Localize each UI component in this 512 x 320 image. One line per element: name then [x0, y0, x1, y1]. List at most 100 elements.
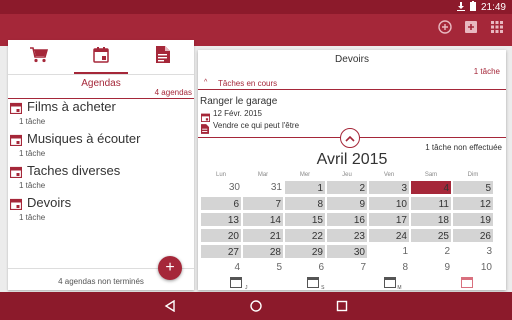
calendar-day[interactable]: 7 — [326, 260, 368, 275]
agenda-task-count: 1 tâche — [19, 213, 46, 222]
recents-icon[interactable] — [335, 299, 349, 313]
task-note: Vendre ce qui peut l'être — [213, 121, 300, 130]
grid-icon[interactable] — [488, 18, 506, 36]
document-icon — [156, 46, 170, 68]
section-header[interactable]: Tâches en cours — [218, 79, 277, 88]
collapse-button[interactable] — [340, 128, 360, 148]
weekday-label: Mar — [257, 172, 269, 178]
agenda-detail-panel: Devoirs 1 tâche ^ Tâches en cours Ranger… — [198, 50, 506, 291]
agendas-panel: Agendas 4 agendas Films à acheter 1 tâch… — [8, 40, 194, 290]
navigation-bar — [0, 292, 512, 320]
status-time: 21:49 — [480, 2, 506, 13]
calendar-day[interactable]: 16 — [326, 212, 368, 227]
calendar-day[interactable]: 18 — [410, 212, 452, 227]
calendar-icon — [93, 46, 109, 68]
agenda-name: Musiques à écouter — [27, 131, 141, 146]
view-month-tab[interactable]: M — [383, 275, 402, 291]
calendar-day[interactable]: 5 — [452, 180, 494, 195]
calendar-month-title: Avril 2015 — [316, 151, 388, 168]
calendar-day[interactable]: 20 — [200, 228, 242, 243]
tab-divider — [8, 74, 194, 75]
weekday-label: Mer — [299, 172, 311, 178]
calendar-day[interactable]: 22 — [284, 228, 326, 243]
calendar-day[interactable]: 6 — [284, 260, 326, 275]
chevron-up-icon[interactable]: ^ — [204, 79, 207, 86]
calendar-day[interactable]: 29 — [284, 244, 326, 259]
calendar-day[interactable]: 17 — [368, 212, 410, 227]
add-circle-icon[interactable] — [436, 18, 454, 36]
calendar-day[interactable]: 12 — [452, 196, 494, 211]
calendar-day[interactable]: 1 — [368, 244, 410, 259]
agenda-title: Devoirs — [335, 54, 369, 65]
calendar-day[interactable]: 9 — [326, 196, 368, 211]
calendar-day[interactable]: 3 — [368, 180, 410, 195]
plus-icon: + — [165, 259, 175, 276]
agenda-task-count: 1 tâche — [19, 149, 46, 158]
calendar-day[interactable]: 4 — [410, 180, 452, 195]
calendar-day[interactable]: 10 — [368, 196, 410, 211]
calendar-day[interactable]: 13 — [200, 212, 242, 227]
weekday-label: Lun — [215, 172, 226, 178]
calendar-day[interactable]: 26 — [452, 228, 494, 243]
calendar-day[interactable]: 28 — [242, 244, 284, 259]
view-week-tab[interactable]: S — [306, 275, 325, 291]
calendar-day[interactable]: 19 — [452, 212, 494, 227]
status-bar: 21:49 — [0, 0, 512, 14]
tab-shopping[interactable] — [8, 40, 70, 74]
calendar-day[interactable]: 8 — [284, 196, 326, 211]
calendar-day[interactable]: 15 — [284, 212, 326, 227]
calendar-day[interactable]: 7 — [242, 196, 284, 211]
task-date: 12 Févr. 2015 — [213, 109, 262, 118]
calendar-day[interactable]: 4 — [200, 260, 242, 275]
agenda-name: Devoirs — [27, 195, 72, 210]
calendar-day[interactable]: 14 — [242, 212, 284, 227]
task-title[interactable]: Ranger le garage — [200, 96, 277, 107]
chevron-up-icon — [345, 129, 355, 147]
download-icon — [456, 1, 465, 14]
agenda-item[interactable]: Taches diverses 1 tâche — [9, 163, 194, 191]
view-today-tab[interactable] — [460, 275, 475, 289]
calendar-day[interactable]: 3 — [452, 244, 494, 259]
agendas-count: 4 agendas — [154, 88, 192, 97]
calendar-day[interactable]: 8 — [368, 260, 410, 275]
section-divider — [198, 89, 506, 90]
agenda-name: Films à acheter — [27, 99, 116, 114]
tab-bar — [8, 40, 194, 74]
calendar-day[interactable]: 2 — [410, 244, 452, 259]
calendar-day[interactable]: 2 — [326, 180, 368, 195]
calendar-day[interactable]: 24 — [368, 228, 410, 243]
calendar-day[interactable]: 31 — [242, 180, 284, 195]
add-agenda-button[interactable]: + — [158, 256, 182, 280]
calendar-day[interactable]: 9 — [410, 260, 452, 275]
agenda-item[interactable]: Musiques à écouter 1 tâche — [9, 131, 194, 159]
calendar-day[interactable]: 11 — [410, 196, 452, 211]
calendar-grid: 30 31 1 2 3 4 5 6 7 8 9 10 11 12 13 14 15 16 17 18 19 20 21 22 2… — [200, 180, 500, 275]
calendar-day[interactable]: 1 — [284, 180, 326, 195]
calendar-view-tabs: J S M — [198, 274, 506, 291]
tab-notes[interactable] — [132, 40, 194, 74]
calendar-day[interactable]: 5 — [242, 260, 284, 275]
agenda-name: Taches diverses — [27, 163, 121, 178]
battery-icon — [469, 1, 476, 14]
cart-icon — [30, 46, 49, 68]
agenda-task-count: 1 tâche — [19, 117, 46, 126]
view-day-tab[interactable]: J — [229, 275, 248, 291]
calendar-day[interactable]: 25 — [410, 228, 452, 243]
agenda-item[interactable]: Devoirs 1 tâche — [9, 195, 194, 223]
calendar-day[interactable]: 30 — [326, 244, 368, 259]
weekday-label: Jeu — [342, 172, 352, 178]
calendar-day[interactable]: 23 — [326, 228, 368, 243]
agenda-item[interactable]: Films à acheter 1 tâche — [9, 99, 194, 127]
home-icon[interactable] — [249, 299, 263, 313]
tab-agendas[interactable] — [70, 40, 132, 74]
calendar-day[interactable]: 6 — [200, 196, 242, 211]
weekday-label: Sam — [424, 172, 438, 178]
calendar-day[interactable]: 30 — [200, 180, 242, 195]
back-icon[interactable] — [163, 299, 177, 313]
weekday-label: Dim — [467, 172, 479, 178]
weekday-label: Ven — [383, 172, 395, 178]
calendar-day[interactable]: 10 — [452, 260, 494, 275]
calendar-day[interactable]: 27 — [200, 244, 242, 259]
calendar-day[interactable]: 21 — [242, 228, 284, 243]
add-box-icon[interactable] — [462, 18, 480, 36]
